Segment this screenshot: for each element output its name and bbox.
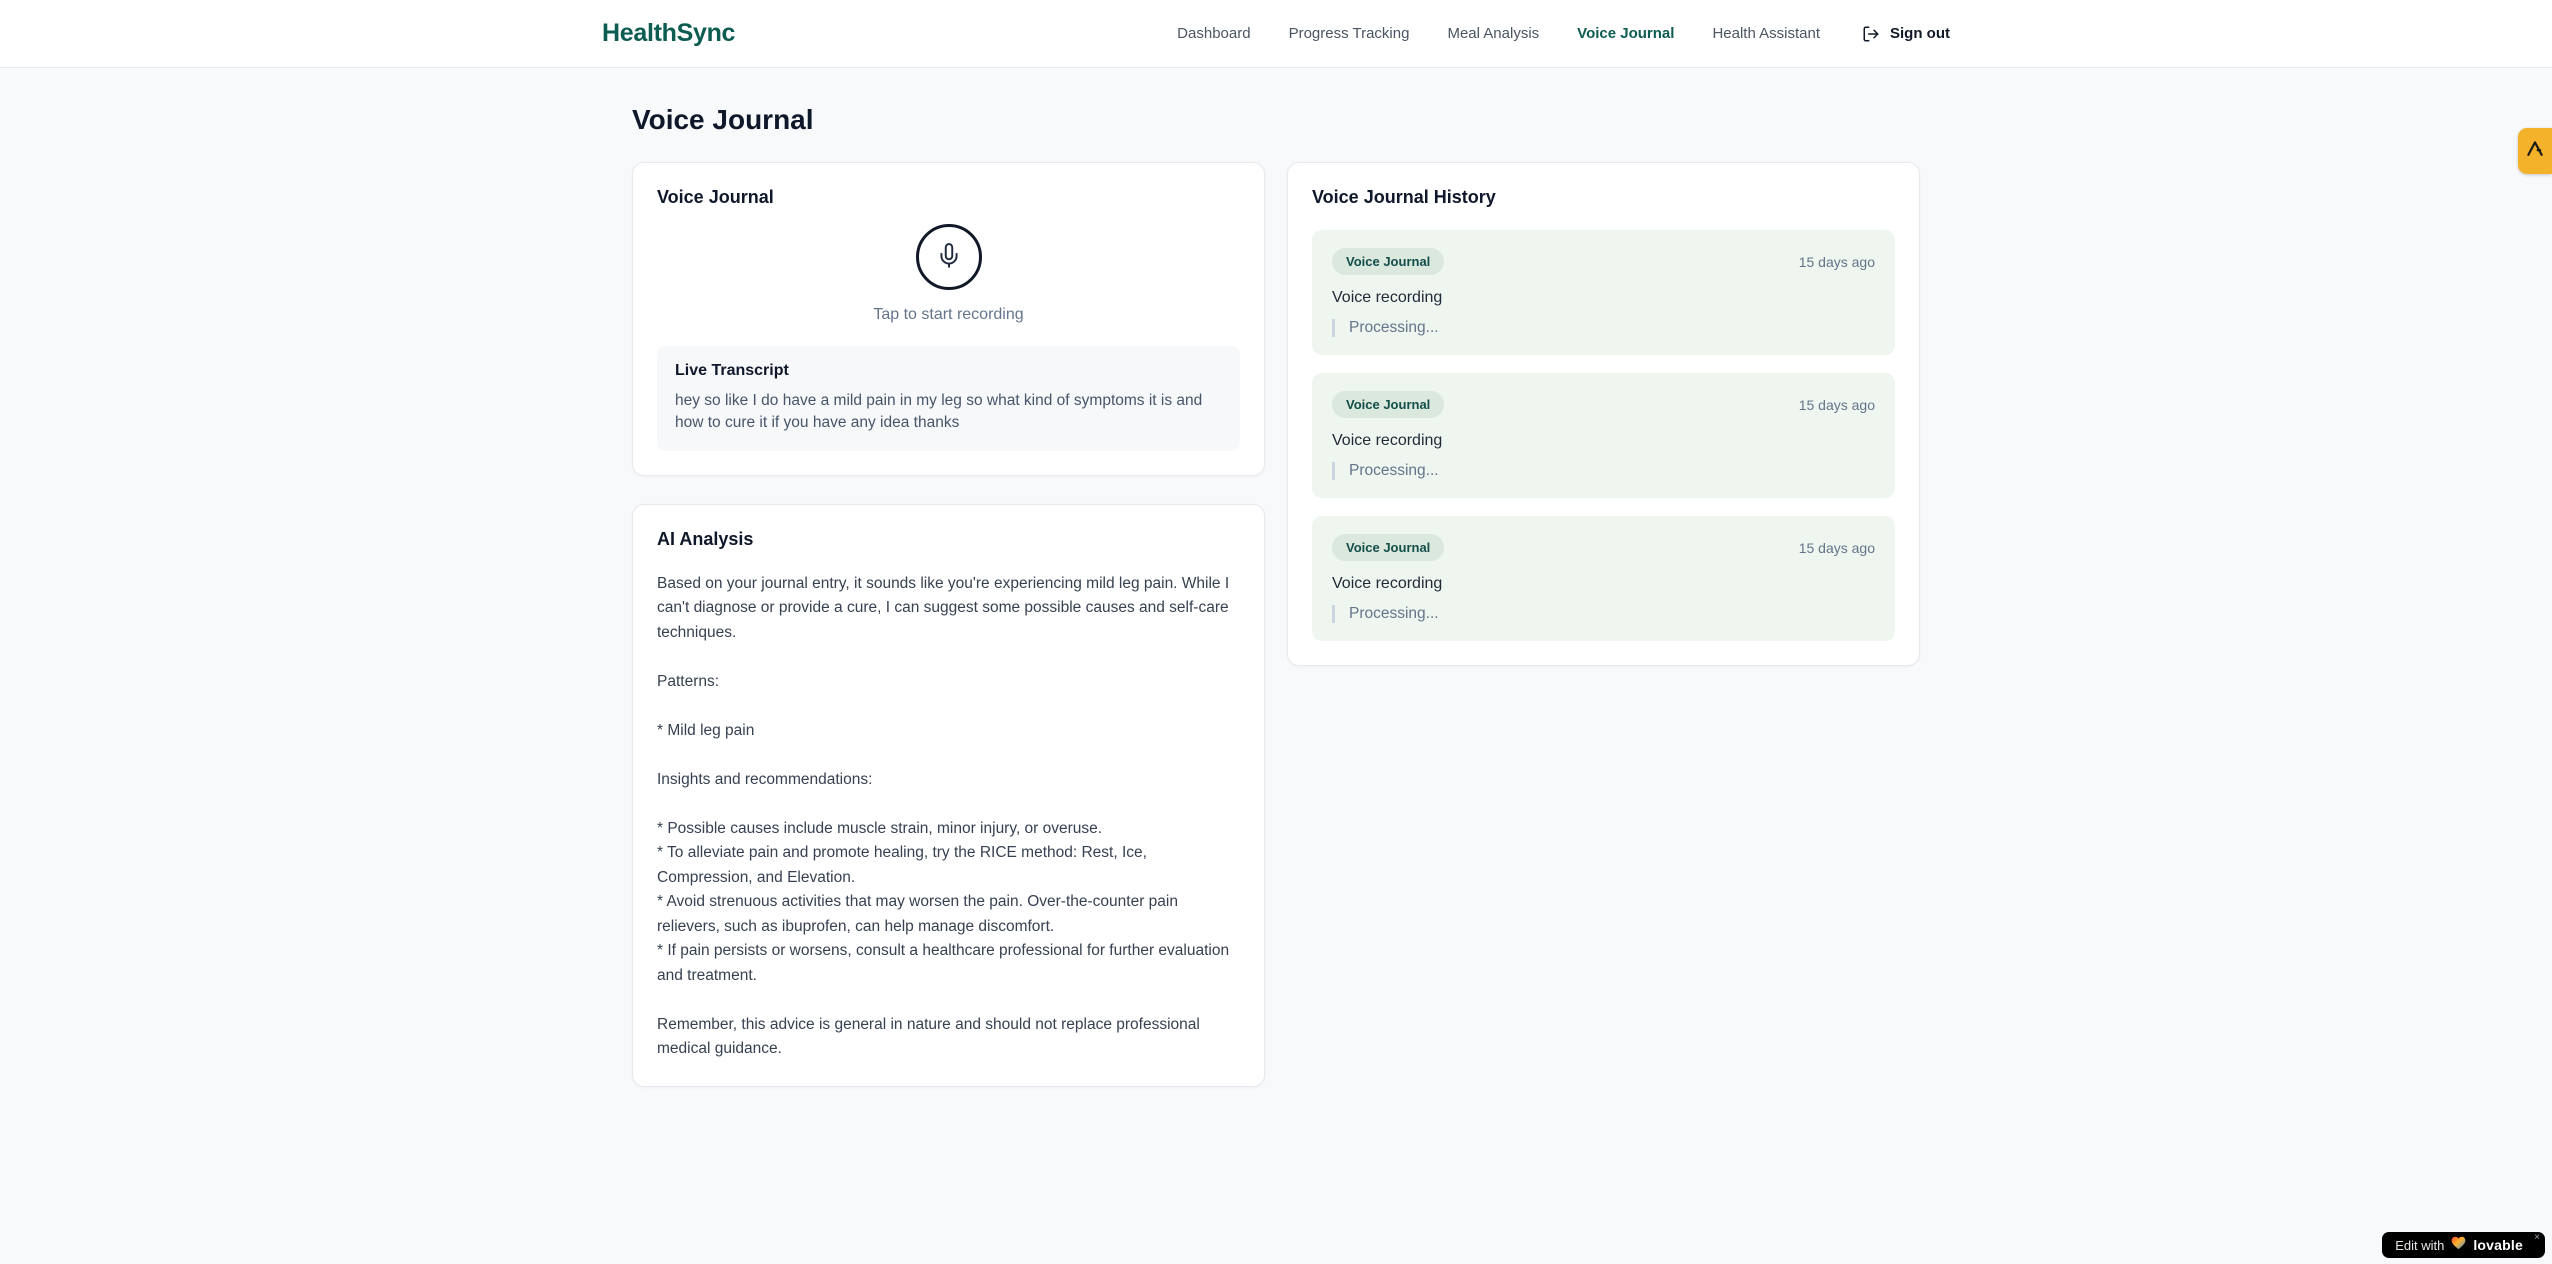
nav-item-progress-tracking[interactable]: Progress Tracking: [1289, 25, 1410, 42]
logout-icon: [1862, 25, 1880, 43]
history-list: Voice Journal 15 days ago Voice recordin…: [1312, 230, 1895, 641]
page-title: Voice Journal: [632, 104, 814, 135]
microphone-icon: [936, 242, 962, 272]
record-button[interactable]: [915, 224, 982, 290]
side-panel-tab[interactable]: [2518, 128, 2552, 174]
entry-status: Processing...: [1332, 319, 1875, 337]
live-transcript-title: Live Transcript: [675, 362, 789, 379]
history-entry[interactable]: Voice Journal 15 days ago Voice recordin…: [1312, 373, 1895, 498]
ai-analysis-body: Based on your journal entry, it sounds l…: [657, 574, 1230, 1058]
entry-label: Voice recording: [1332, 289, 1443, 306]
history-entry[interactable]: Voice Journal 15 days ago Voice recordin…: [1312, 230, 1895, 355]
entry-timestamp: 15 days ago: [1798, 539, 1875, 556]
entry-label: Voice recording: [1332, 432, 1443, 449]
badge-close-icon[interactable]: ×: [2534, 1233, 2540, 1243]
nav-item-health-assistant[interactable]: Health Assistant: [1712, 25, 1820, 42]
main-nav: Dashboard Progress Tracking Meal Analysi…: [1177, 25, 1950, 43]
entry-type-badge: Voice Journal: [1332, 391, 1445, 418]
voice-recorder-card: Voice Journal Tap to start recording Liv…: [632, 162, 1265, 476]
lovable-heart-icon: [2451, 1236, 2466, 1255]
entry-type-badge: Voice Journal: [1332, 534, 1445, 561]
entry-timestamp: 15 days ago: [1798, 396, 1875, 413]
lovable-wordmark: lovable: [2473, 1237, 2523, 1253]
nav-item-meal-analysis[interactable]: Meal Analysis: [1447, 25, 1539, 42]
live-transcript-box: Live Transcript hey so like I do have a …: [657, 346, 1240, 451]
ai-analysis-title: AI Analysis: [657, 528, 754, 549]
voice-journal-history-card: Voice Journal History Voice Journal 15 d…: [1287, 162, 1920, 666]
sign-out-button[interactable]: Sign out: [1862, 25, 1950, 43]
app-header: HealthSync Dashboard Progress Tracking M…: [0, 0, 2552, 68]
history-card-title: Voice Journal History: [1312, 187, 1496, 207]
entry-label: Voice recording: [1332, 575, 1443, 592]
live-transcript-text: hey so like I do have a mild pain in my …: [675, 392, 1203, 432]
entry-type-badge: Voice Journal: [1332, 248, 1445, 275]
sign-out-label: Sign out: [1890, 25, 1950, 42]
ai-analysis-card: AI Analysis Based on your journal entry,…: [632, 503, 1265, 1087]
entry-timestamp: 15 days ago: [1798, 253, 1875, 270]
recorder-card-title: Voice Journal: [657, 187, 774, 207]
main-content: Voice Journal Voice Journal Tap to start…: [632, 68, 1920, 1087]
nav-item-voice-journal[interactable]: Voice Journal: [1577, 25, 1674, 42]
app-logo[interactable]: HealthSync: [602, 19, 735, 48]
tent-logo-icon: [2525, 139, 2545, 164]
entry-status: Processing...: [1332, 605, 1875, 623]
edit-with-label: Edit with: [2395, 1237, 2445, 1253]
nav-item-dashboard[interactable]: Dashboard: [1177, 25, 1250, 42]
entry-status: Processing...: [1332, 462, 1875, 480]
edit-with-lovable-badge[interactable]: Edit with lovable ×: [2382, 1232, 2545, 1258]
history-entry[interactable]: Voice Journal 15 days ago Voice recordin…: [1312, 516, 1895, 641]
record-hint: Tap to start recording: [873, 306, 1024, 323]
